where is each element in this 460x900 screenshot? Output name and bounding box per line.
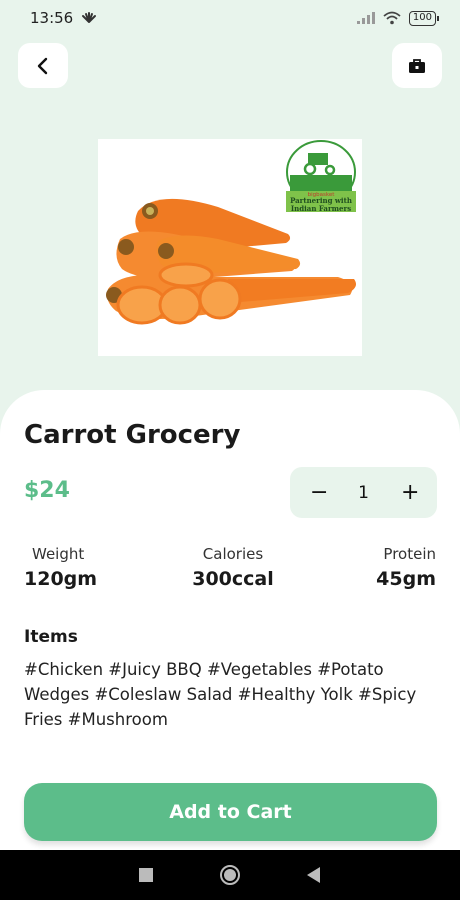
bag-button[interactable] [392, 43, 442, 88]
recents-icon[interactable] [139, 868, 153, 882]
calories-value: 300ccal [192, 568, 274, 590]
status-time: 13:56 [30, 9, 74, 27]
shopping-bag-icon [409, 58, 425, 73]
chevron-left-icon [37, 57, 48, 74]
add-to-cart-button[interactable]: Add to Cart [24, 783, 437, 841]
nutrition-calories: Calories 300ccal [190, 545, 276, 590]
status-bar: 13:56 100 [0, 0, 460, 36]
weight-value: 120gm [24, 568, 98, 590]
calories-label: Calories [202, 545, 264, 563]
weight-label: Weight [32, 545, 85, 563]
home-icon[interactable] [219, 864, 241, 886]
increase-button[interactable]: + [401, 481, 419, 504]
system-nav-bar [0, 850, 460, 900]
product-price: $24 [24, 478, 70, 503]
protein-label: Protein [383, 545, 436, 563]
notification-icon [82, 12, 97, 23]
wifi-icon [383, 11, 401, 25]
signal-icon [356, 12, 375, 24]
back-button[interactable] [18, 43, 68, 88]
quantity-value: 1 [358, 482, 369, 503]
quantity-stepper: − 1 + [290, 467, 437, 518]
nutrition-weight: Weight 120gm [24, 545, 97, 590]
svg-text:Indian Farmers: Indian Farmers [291, 204, 351, 213]
items-heading: Items [24, 627, 78, 647]
back-nav-icon[interactable] [307, 867, 321, 883]
carrot-image: bigbasket Partnering with Indian Farmers [106, 140, 356, 325]
decrease-button[interactable]: − [310, 481, 328, 504]
items-tags: #Chicken #Juicy BBQ #Vegetables #Potato … [24, 660, 417, 729]
nutrition-protein: Protein 45gm [376, 545, 436, 590]
protein-value: 45gm [376, 568, 436, 590]
product-title: Carrot Grocery [24, 420, 241, 450]
battery-icon: 100 [408, 10, 440, 26]
product-image: bigbasket Partnering with Indian Farmers [98, 139, 362, 356]
